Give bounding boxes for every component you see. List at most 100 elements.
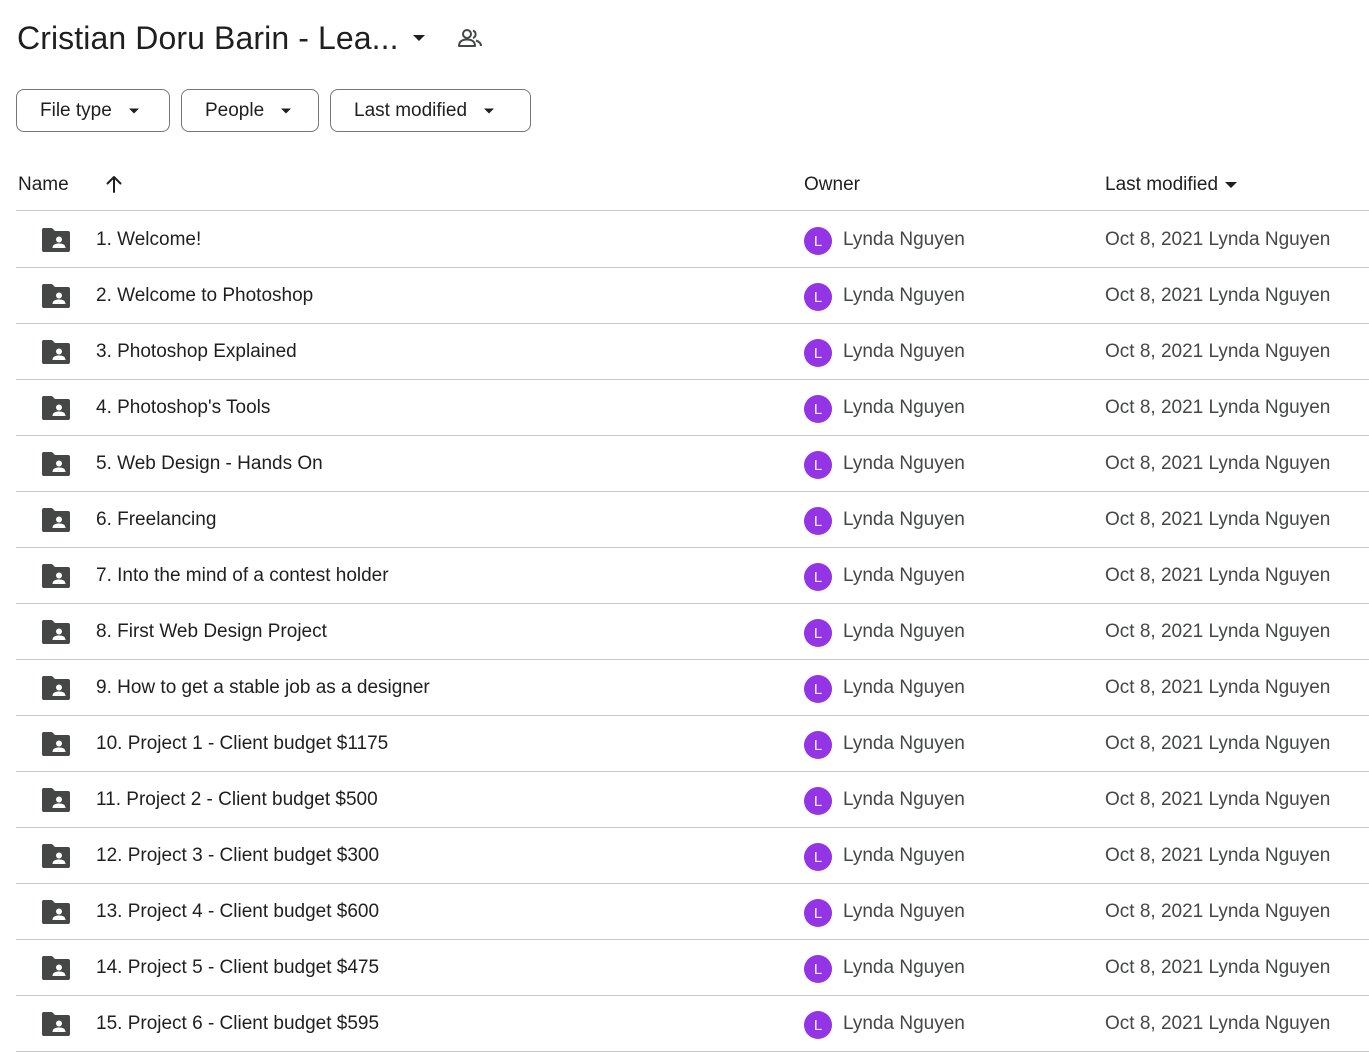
last-modified-value: Oct 8, 2021 Lynda Nguyen [1105, 956, 1331, 978]
last-modified-value: Oct 8, 2021 Lynda Nguyen [1105, 340, 1331, 362]
file-name[interactable]: 3. Photoshop Explained [96, 324, 297, 379]
table-row[interactable]: 15. Project 6 - Client budget $595 L Lyn… [16, 996, 1369, 1052]
shared-folder-icon [40, 395, 72, 421]
owner-name: Lynda Nguyen [843, 788, 965, 810]
table-row[interactable]: 7. Into the mind of a contest holder L L… [16, 548, 1369, 604]
file-name[interactable]: 5. Web Design - Hands On [96, 436, 323, 491]
page-title: Cristian Doru Barin - Lea... [17, 19, 399, 56]
table-header: Name Owner Last modified [16, 160, 1369, 211]
last-modified-value: Oct 8, 2021 Lynda Nguyen [1105, 508, 1331, 530]
owner-name: Lynda Nguyen [843, 340, 965, 362]
file-name[interactable]: 9. How to get a stable job as a designer [96, 660, 430, 715]
last-modified-value: Oct 8, 2021 Lynda Nguyen [1105, 452, 1331, 474]
shared-folder-icon [40, 1011, 72, 1037]
table-row[interactable]: 1. Welcome! L Lynda Nguyen Oct 8, 2021 L… [16, 212, 1369, 268]
avatar: L [804, 395, 832, 423]
last-modified-value: Oct 8, 2021 Lynda Nguyen [1105, 228, 1331, 250]
owner-name: Lynda Nguyen [843, 732, 965, 754]
table-row[interactable]: 3. Photoshop Explained L Lynda Nguyen Oc… [16, 324, 1369, 380]
shared-folder-icon [40, 787, 72, 813]
owner-name: Lynda Nguyen [843, 620, 965, 642]
avatar: L [804, 675, 832, 703]
table-row[interactable]: 5. Web Design - Hands On L Lynda Nguyen … [16, 436, 1369, 492]
avatar: L [804, 1011, 832, 1039]
table-row[interactable]: 6. Freelancing L Lynda Nguyen Oct 8, 202… [16, 492, 1369, 548]
page-header: Cristian Doru Barin - Lea... [17, 14, 483, 62]
last-modified-value: Oct 8, 2021 Lynda Nguyen [1105, 900, 1331, 922]
shared-folder-icon [40, 955, 72, 981]
arrow-drop-down-icon [280, 107, 292, 115]
shared-folder-icon [40, 619, 72, 645]
arrow-drop-down-icon[interactable] [411, 33, 427, 43]
file-name[interactable]: 12. Project 3 - Client budget $300 [96, 828, 379, 883]
table-row[interactable]: 2. Welcome to Photoshop L Lynda Nguyen O… [16, 268, 1369, 324]
avatar: L [804, 955, 832, 983]
column-header-label: Last modified [1105, 174, 1219, 195]
arrow-drop-down-icon [128, 107, 140, 115]
arrow-drop-down-icon [483, 107, 495, 115]
last-modified-value: Oct 8, 2021 Lynda Nguyen [1105, 1012, 1331, 1034]
owner-name: Lynda Nguyen [843, 1012, 965, 1034]
avatar: L [804, 843, 832, 871]
file-name[interactable]: 13. Project 4 - Client budget $600 [96, 884, 379, 939]
avatar: L [804, 787, 832, 815]
last-modified-value: Oct 8, 2021 Lynda Nguyen [1105, 732, 1331, 754]
shared-folder-icon [40, 843, 72, 869]
filter-label: File type [40, 99, 112, 121]
shared-folder-icon [40, 899, 72, 925]
last-modified-value: Oct 8, 2021 Lynda Nguyen [1105, 676, 1331, 698]
column-header-last-modified[interactable]: Last modified [1105, 160, 1238, 210]
file-name[interactable]: 7. Into the mind of a contest holder [96, 548, 389, 603]
people-filter-button[interactable]: People [181, 89, 319, 132]
file-name[interactable]: 2. Welcome to Photoshop [96, 268, 313, 323]
file-name[interactable]: 1. Welcome! [96, 212, 201, 267]
shared-folder-icon [40, 507, 72, 533]
filter-label: Last modified [354, 99, 468, 121]
table-row[interactable]: 10. Project 1 - Client budget $1175 L Ly… [16, 716, 1369, 772]
avatar: L [804, 899, 832, 927]
file-name[interactable]: 4. Photoshop's Tools [96, 380, 270, 435]
shared-folder-icon [40, 731, 72, 757]
column-header-name[interactable]: Name [18, 160, 69, 210]
file-name[interactable]: 14. Project 5 - Client budget $475 [96, 940, 379, 995]
file-list: 1. Welcome! L Lynda Nguyen Oct 8, 2021 L… [16, 212, 1369, 1052]
shared-folder-icon [40, 675, 72, 701]
filter-bar: File type People Last modified [16, 89, 531, 132]
avatar: L [804, 507, 832, 535]
table-row[interactable]: 9. How to get a stable job as a designer… [16, 660, 1369, 716]
file-name[interactable]: 6. Freelancing [96, 492, 216, 547]
owner-name: Lynda Nguyen [843, 900, 965, 922]
owner-name: Lynda Nguyen [843, 676, 965, 698]
owner-name: Lynda Nguyen [843, 396, 965, 418]
file-name[interactable]: 10. Project 1 - Client budget $1175 [96, 716, 388, 771]
avatar: L [804, 283, 832, 311]
shared-folder-icon [40, 451, 72, 477]
avatar: L [804, 731, 832, 759]
people-outline-icon[interactable] [457, 27, 483, 49]
arrow-upward-icon[interactable] [102, 172, 126, 196]
owner-name: Lynda Nguyen [843, 956, 965, 978]
file-name[interactable]: 8. First Web Design Project [96, 604, 327, 659]
table-row[interactable]: 11. Project 2 - Client budget $500 L Lyn… [16, 772, 1369, 828]
last-modified-value: Oct 8, 2021 Lynda Nguyen [1105, 564, 1331, 586]
last-modified-value: Oct 8, 2021 Lynda Nguyen [1105, 396, 1331, 418]
last-modified-filter-button[interactable]: Last modified [330, 89, 531, 132]
owner-name: Lynda Nguyen [843, 508, 965, 530]
column-header-owner[interactable]: Owner [804, 160, 860, 210]
last-modified-value: Oct 8, 2021 Lynda Nguyen [1105, 620, 1331, 642]
file-name[interactable]: 11. Project 2 - Client budget $500 [96, 772, 378, 827]
shared-folder-icon [40, 339, 72, 365]
last-modified-value: Oct 8, 2021 Lynda Nguyen [1105, 788, 1331, 810]
file-type-filter-button[interactable]: File type [16, 89, 170, 132]
file-name[interactable]: 15. Project 6 - Client budget $595 [96, 996, 379, 1051]
avatar: L [804, 451, 832, 479]
table-row[interactable]: 14. Project 5 - Client budget $475 L Lyn… [16, 940, 1369, 996]
owner-name: Lynda Nguyen [843, 844, 965, 866]
table-row[interactable]: 13. Project 4 - Client budget $600 L Lyn… [16, 884, 1369, 940]
avatar: L [804, 339, 832, 367]
arrow-drop-down-icon [1224, 181, 1238, 189]
table-row[interactable]: 4. Photoshop's Tools L Lynda Nguyen Oct … [16, 380, 1369, 436]
table-row[interactable]: 8. First Web Design Project L Lynda Nguy… [16, 604, 1369, 660]
table-row[interactable]: 12. Project 3 - Client budget $300 L Lyn… [16, 828, 1369, 884]
last-modified-value: Oct 8, 2021 Lynda Nguyen [1105, 284, 1331, 306]
